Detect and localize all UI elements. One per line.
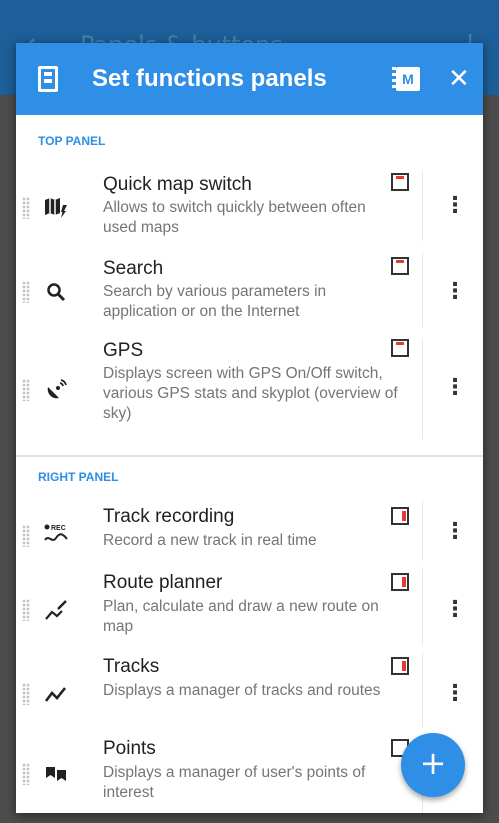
track-recording-icon: REC xyxy=(43,521,69,547)
more-options-icon[interactable]: ⋮ xyxy=(440,679,470,709)
item-description: Allows to switch quickly between often u… xyxy=(103,199,366,236)
svg-text:REC: REC xyxy=(51,525,66,532)
route-planner-icon xyxy=(43,597,69,623)
list-item-route-planner[interactable]: Route planner Plan, calculate and draw a… xyxy=(16,565,483,649)
more-options-icon[interactable]: ⋮ xyxy=(440,191,470,221)
item-title: Tracks xyxy=(103,656,160,677)
set-functions-panels-dialog: Set functions panels M ✕ TOP PANEL Quick… xyxy=(16,43,483,813)
add-button[interactable]: + xyxy=(401,733,465,797)
search-icon xyxy=(43,279,69,305)
section-right-panel: RIGHT PANEL xyxy=(38,470,119,484)
right-panel-icon xyxy=(391,657,409,675)
item-title: GPS xyxy=(103,340,144,361)
item-description: Search by various parameters in applicat… xyxy=(103,283,327,320)
item-description: Displays a manager of user's points of i… xyxy=(103,764,366,801)
tracks-icon xyxy=(43,681,69,707)
item-description: Record a new track in real time xyxy=(103,532,317,549)
item-description: Displays a manager of tracks and routes xyxy=(103,682,381,699)
drag-handle-icon[interactable] xyxy=(22,599,30,621)
drag-handle-icon[interactable] xyxy=(22,525,30,547)
map-panel-icon-label: M xyxy=(396,67,420,91)
top-panel-icon xyxy=(391,173,409,191)
item-title: Track recording xyxy=(103,506,235,527)
list-item-quick-map-switch[interactable]: Quick map switch Allows to switch quickl… xyxy=(16,161,483,247)
section-top-panel: TOP PANEL xyxy=(38,134,106,148)
map-panel-icon[interactable]: M xyxy=(392,65,420,93)
item-title: Route planner xyxy=(103,572,223,593)
item-title: Quick map switch xyxy=(103,174,252,195)
divider xyxy=(422,253,423,327)
points-icon xyxy=(43,761,69,787)
list-item-tracks[interactable]: Tracks Displays a manager of tracks and … xyxy=(16,649,483,731)
map-switch-icon xyxy=(43,195,69,221)
close-icon[interactable]: ✕ xyxy=(448,63,470,95)
top-panel-icon xyxy=(391,257,409,275)
drag-handle-icon[interactable] xyxy=(22,379,30,401)
dialog-header: Set functions panels M ✕ xyxy=(16,43,483,115)
right-panel-icon xyxy=(391,573,409,591)
drag-handle-icon[interactable] xyxy=(22,683,30,705)
more-options-icon[interactable]: ⋮ xyxy=(440,277,470,307)
divider xyxy=(422,569,423,645)
dialog-title: Set functions panels xyxy=(92,65,327,92)
item-description: Displays screen with GPS On/Off switch, … xyxy=(103,365,398,422)
item-title: Search xyxy=(103,258,164,279)
drag-handle-icon[interactable] xyxy=(22,197,30,219)
right-panel-icon xyxy=(391,507,409,525)
divider xyxy=(422,501,423,561)
section-divider xyxy=(16,455,483,457)
more-options-icon[interactable]: ⋮ xyxy=(440,517,470,547)
panel-layout-icon xyxy=(38,66,58,92)
divider xyxy=(422,653,423,727)
drag-handle-icon[interactable] xyxy=(22,281,30,303)
item-title: Points xyxy=(103,738,156,759)
item-description: Plan, calculate and draw a new route on … xyxy=(103,598,379,635)
top-panel-icon xyxy=(391,339,409,357)
more-options-icon[interactable]: ⋮ xyxy=(440,373,470,403)
satellite-icon xyxy=(43,377,69,403)
more-options-icon[interactable]: ⋮ xyxy=(440,595,470,625)
list-item-search[interactable]: Search Search by various parameters in a… xyxy=(16,247,483,333)
list-item-gps[interactable]: GPS Displays screen with GPS On/Off swit… xyxy=(16,333,483,443)
list-item-track-recording[interactable]: REC Track recording Record a new track i… xyxy=(16,495,483,565)
divider xyxy=(422,339,423,439)
drag-handle-icon[interactable] xyxy=(22,763,30,785)
divider xyxy=(422,171,423,241)
